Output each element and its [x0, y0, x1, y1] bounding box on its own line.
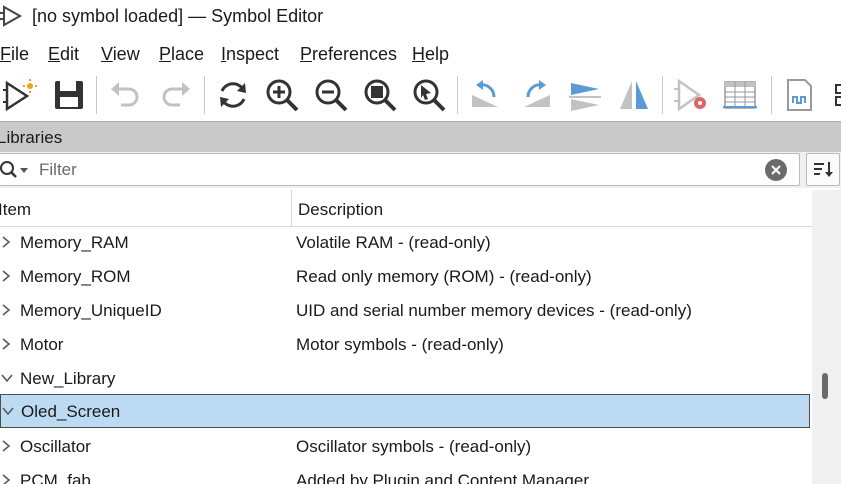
symbol-editor-icon — [0, 4, 24, 28]
sort-icon — [814, 162, 833, 177]
menu-inspect[interactable]: Inspect — [221, 44, 279, 65]
library-description: Volatile RAM - (read-only) — [296, 233, 491, 252]
new-symbol-icon[interactable] — [0, 75, 40, 115]
library-description: UID and serial number memory devices - (… — [296, 301, 692, 320]
toolbar-separator — [204, 76, 205, 114]
toolbar-separator — [457, 76, 458, 114]
redo-icon[interactable] — [156, 75, 196, 115]
tree-row[interactable]: Motor Motor symbols - (read-only) — [0, 328, 810, 361]
menu-bar: File Edit View Place Inspect Preferences… — [0, 38, 841, 68]
refresh-icon[interactable] — [213, 75, 253, 115]
menu-file-rest: ile — [11, 44, 30, 64]
column-header-description[interactable]: Description — [298, 200, 383, 220]
zoom-out-icon[interactable] — [311, 75, 351, 115]
library-description: Motor symbols - (read-only) — [296, 335, 504, 354]
zoom-selection-icon[interactable] — [409, 75, 449, 115]
rotate-ccw-icon[interactable] — [466, 75, 506, 115]
library-name: Oled_Screen — [21, 402, 121, 421]
menu-place-rest: lace — [171, 44, 205, 64]
search-icon[interactable] — [0, 160, 31, 185]
toolbar-separator — [771, 76, 772, 114]
menu-preferences[interactable]: Preferences — [300, 44, 397, 65]
library-name: Motor — [20, 335, 64, 354]
main-toolbar — [0, 70, 841, 120]
menu-edit-mnemonic: E — [48, 44, 61, 64]
tree-row[interactable]: Oscillator Oscillator symbols - (read-on… — [0, 430, 810, 463]
chevron-right-icon[interactable] — [0, 302, 14, 318]
library-name: PCM_fab — [20, 471, 91, 484]
column-header-item[interactable]: Item — [0, 200, 31, 220]
tree-row[interactable]: Memory_UniqueID UID and serial number me… — [0, 294, 810, 327]
library-tree: Item Description Memory_RAM Volatile RAM… — [0, 190, 812, 484]
library-description: Oscillator symbols - (read-only) — [296, 437, 532, 456]
chevron-right-icon[interactable] — [0, 438, 14, 454]
tree-header: Item Description — [0, 190, 812, 227]
zoom-in-icon[interactable] — [262, 75, 302, 115]
library-name: Memory_RAM — [20, 233, 129, 252]
libraries-panel-header: Libraries — [0, 121, 841, 153]
tree-row[interactable]: PCM_fab Added by Plugin and Content Mana… — [0, 464, 810, 484]
library-name: Memory_UniqueID — [20, 301, 162, 320]
libraries-panel-title: Libraries — [0, 128, 63, 147]
tree-row[interactable]: New_Library — [0, 362, 810, 395]
menu-edit[interactable]: Edit — [48, 44, 79, 65]
zoom-fit-icon[interactable] — [360, 75, 400, 115]
toolbar-separator — [96, 76, 97, 114]
menu-help-mnemonic: H — [412, 44, 425, 64]
save-icon[interactable] — [49, 75, 89, 115]
scrollbar-thumb[interactable] — [822, 373, 828, 399]
chevron-right-icon[interactable] — [0, 472, 14, 484]
menu-preferences-mnemonic: P — [300, 44, 313, 64]
tree-vertical-scrollbar[interactable] — [812, 190, 841, 484]
datasheet-icon[interactable] — [779, 75, 819, 115]
menu-help[interactable]: Help — [412, 44, 449, 65]
library-description: Read only memory (ROM) - (read-only) — [296, 267, 592, 286]
toolbar-separator — [662, 76, 663, 114]
clear-filter-icon[interactable] — [765, 159, 787, 181]
library-name: Oscillator — [20, 437, 91, 456]
filter-box — [0, 153, 800, 186]
tree-row[interactable]: Memory_RAM Volatile RAM - (read-only) — [0, 226, 810, 259]
filter-input[interactable] — [37, 158, 741, 182]
sort-button[interactable] — [806, 153, 840, 186]
rotate-cw-icon[interactable] — [516, 75, 556, 115]
menu-view-rest: iew — [112, 44, 140, 64]
pin-table-icon[interactable] — [720, 75, 760, 115]
library-name: New_Library — [20, 369, 116, 388]
menu-preferences-rest: references — [312, 44, 398, 64]
menu-view-mnemonic: V — [101, 44, 113, 64]
menu-file-mnemonic: F — [0, 44, 11, 64]
tree-row-selected[interactable]: Oled_Screen — [0, 394, 810, 428]
library-name: Memory_ROM — [20, 267, 131, 286]
chevron-down-icon[interactable] — [1, 403, 15, 419]
menu-file[interactable]: File — [0, 44, 29, 65]
menu-place[interactable]: Place — [159, 44, 204, 65]
mirror-v-icon[interactable] — [614, 75, 654, 115]
symbol-properties-icon[interactable] — [671, 75, 711, 115]
chevron-right-icon[interactable] — [0, 336, 14, 352]
menu-inspect-rest: nspect — [226, 44, 280, 64]
chevron-down-icon[interactable] — [0, 370, 14, 386]
window-title: [no symbol loaded] — Symbol Editor — [32, 6, 324, 26]
chevron-right-icon[interactable] — [0, 268, 14, 284]
menu-help-rest: elp — [425, 44, 450, 64]
column-divider[interactable] — [291, 190, 292, 226]
title-bar: [no symbol loaded] — Symbol Editor — [0, 0, 841, 34]
filter-row — [0, 152, 841, 188]
undo-icon[interactable] — [105, 75, 145, 115]
mirror-h-icon[interactable] — [565, 75, 605, 115]
menu-edit-rest: dit — [60, 44, 80, 64]
more-icon[interactable] — [826, 75, 841, 115]
chevron-right-icon[interactable] — [0, 234, 14, 250]
menu-place-mnemonic: P — [159, 44, 172, 64]
tree-row[interactable]: Memory_ROM Read only memory (ROM) - (rea… — [0, 260, 810, 293]
library-description: Added by Plugin and Content Manager — [296, 471, 589, 484]
menu-view[interactable]: View — [101, 44, 140, 65]
